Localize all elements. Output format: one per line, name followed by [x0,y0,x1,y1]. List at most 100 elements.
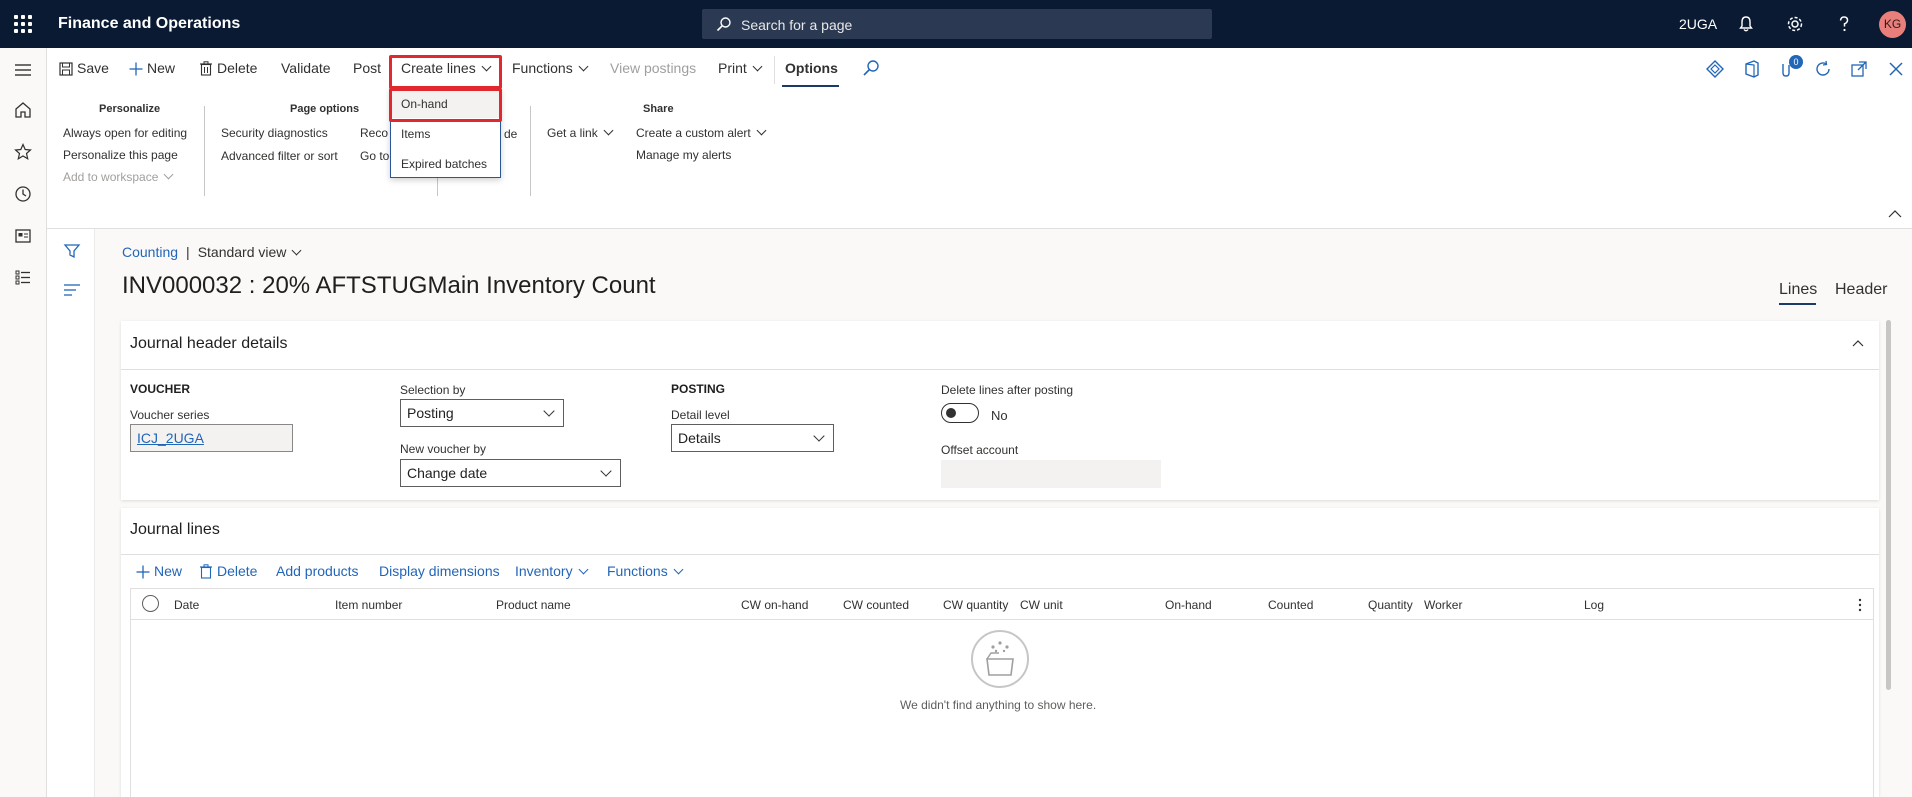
post-button[interactable]: Post [353,60,381,80]
recent-clock-icon[interactable] [13,184,33,204]
tab-lines-underline [1779,303,1816,305]
chevron-down-icon [543,405,555,417]
detail-level-select[interactable]: Details [671,424,834,452]
star-icon[interactable] [13,142,33,162]
manage-my-alerts[interactable]: Manage my alerts [636,148,731,162]
column-header-cw-counted[interactable]: CW counted [843,598,909,612]
print-button[interactable]: Print [718,60,763,80]
voucher-series-field[interactable]: ICJ_2UGA [130,424,293,452]
grid-header-divider [130,619,1874,620]
create-a-custom-alert[interactable]: Create a custom alert [636,125,767,140]
add-to-workspace[interactable]: Add to workspace [63,169,174,184]
save-button[interactable]: Save [59,60,109,80]
more-options-icon[interactable] [1857,597,1863,613]
journal-header-card: Journal header details VOUCHER Voucher s… [121,321,1879,500]
column-header-cw-quantity[interactable]: CW quantity [943,598,1008,612]
column-header-date[interactable]: Date [174,598,199,612]
new-button[interactable]: New [129,60,175,80]
chevron-down-icon [603,125,614,136]
tab-lines[interactable]: Lines [1779,281,1817,299]
collapse-section-icon[interactable] [1851,338,1865,348]
page-scrollbar[interactable] [1886,320,1891,690]
security-diagnostics[interactable]: Security diagnostics [221,126,328,140]
app-title[interactable]: Finance and Operations [58,15,240,33]
inventory-menu-button[interactable]: Inventory [515,563,589,579]
posting-heading: POSTING [671,382,726,396]
advanced-filter-or-sort[interactable]: Advanced filter or sort [221,149,338,163]
create-alert-label: Create a custom alert [636,126,751,140]
top-navigation-bar: Finance and Operations Search for a page… [0,0,1912,48]
filter-icon[interactable] [63,242,81,260]
new-voucher-by-select[interactable]: Change date [400,459,621,487]
column-header-product-name[interactable]: Product name [496,598,571,612]
validate-button[interactable]: Validate [281,60,331,80]
chevron-down-icon [578,61,589,72]
plus-icon [129,62,143,76]
view-selector[interactable]: Standard view [198,244,302,260]
chevron-down-icon [578,564,589,575]
always-open-for-editing[interactable]: Always open for editing [63,126,187,140]
action-pane: Save New Delete Validate Post Create lin… [47,48,1912,229]
go-to-partial[interactable]: Go to [360,149,389,163]
view-postings-button[interactable]: View postings [610,60,696,80]
tab-header[interactable]: Header [1835,281,1887,299]
lines-list-icon[interactable] [63,283,81,297]
card-divider [121,554,1879,555]
column-header-cw-unit[interactable]: CW unit [1020,598,1063,612]
column-header-quantity[interactable]: Quantity [1368,598,1413,612]
workspaces-icon[interactable] [13,226,33,246]
selection-by-select[interactable]: Posting [400,399,564,427]
record-info-partial[interactable]: Reco [360,126,388,140]
toolbar-divider [774,56,775,84]
column-header-item-number[interactable]: Item number [335,598,402,612]
menu-item-expired-batches[interactable]: Expired batches [401,157,487,171]
personalize-this-page[interactable]: Personalize this page [63,148,178,162]
chevron-down-icon [600,465,612,477]
share-group-title: Share [643,103,674,115]
hidden-option-partial[interactable]: de [504,127,517,141]
lines-functions-button[interactable]: Functions [607,563,684,579]
get-a-link[interactable]: Get a link [547,125,614,140]
functions-label: Functions [512,60,573,76]
office-icon[interactable] [1742,59,1762,79]
hamburger-icon[interactable] [13,60,33,80]
delete-button[interactable]: Delete [199,60,257,80]
column-header-counted[interactable]: Counted [1268,598,1313,612]
new-voucher-by-value: Change date [407,465,488,481]
help-icon[interactable] [1834,14,1854,34]
column-header-log[interactable]: Log [1584,598,1604,612]
display-dimensions-button[interactable]: Display dimensions [379,563,500,579]
power-apps-icon[interactable] [1705,59,1725,79]
collapse-ribbon-icon[interactable] [1887,208,1903,220]
column-header-cw-on-hand[interactable]: CW on-hand [741,598,808,612]
delete-lines-toggle[interactable] [941,403,979,423]
bell-icon[interactable] [1736,14,1756,34]
avatar[interactable]: KG [1879,11,1906,38]
modules-list-icon[interactable] [13,267,33,287]
delete-label: Delete [217,60,258,76]
select-all-checkbox[interactable] [142,595,159,612]
open-new-window-icon[interactable] [1849,59,1869,79]
journal-lines-title[interactable]: Journal lines [130,521,220,539]
refresh-icon[interactable] [1813,59,1833,79]
breadcrumb-link-counting[interactable]: Counting [122,244,178,260]
menu-item-items[interactable]: Items [401,127,430,141]
tab-options[interactable]: Options [785,60,838,76]
column-header-on-hand[interactable]: On-hand [1165,598,1212,612]
get-a-link-label: Get a link [547,126,598,140]
home-icon[interactable] [13,100,33,120]
action-search-icon[interactable] [861,58,881,78]
journal-header-title[interactable]: Journal header details [130,335,287,353]
search-input[interactable]: Search for a page [702,9,1212,39]
company-picker[interactable]: 2UGA [1679,16,1717,32]
add-products-button[interactable]: Add products [276,563,359,579]
offset-account-label: Offset account [941,443,1019,457]
column-header-worker[interactable]: Worker [1424,598,1462,612]
lines-new-button[interactable]: New [136,563,182,579]
chevron-down-icon [813,430,825,442]
close-icon[interactable] [1886,59,1906,79]
app-launcher-icon[interactable] [14,15,32,33]
functions-button[interactable]: Functions [512,60,589,80]
gear-icon[interactable] [1785,14,1805,34]
lines-delete-button[interactable]: Delete [199,563,257,579]
